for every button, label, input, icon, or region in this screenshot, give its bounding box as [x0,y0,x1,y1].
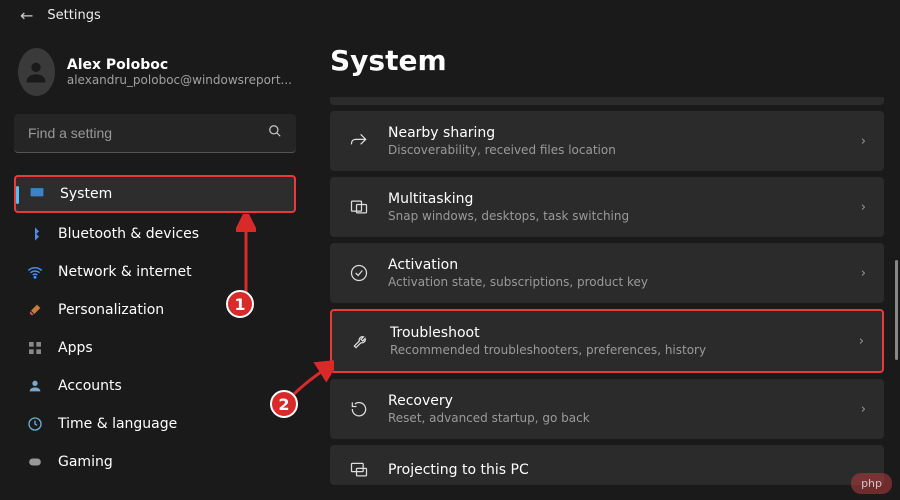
avatar [18,48,55,96]
watermark: php [851,473,892,494]
sidebar-item-label: Accounts [58,378,122,394]
card-troubleshoot[interactable]: Troubleshoot Recommended troubleshooters… [330,309,884,373]
sidebar-item-time[interactable]: Time & language [14,407,296,441]
sidebar-item-personalization[interactable]: Personalization [14,293,296,327]
page-title: System [330,44,884,77]
windows-icon [348,196,370,218]
chevron-right-icon: › [861,200,866,215]
scrollbar[interactable] [895,260,898,360]
sidebar-item-system[interactable]: System [14,175,296,213]
search-input[interactable] [28,125,268,141]
sidebar-item-label: Personalization [58,302,164,318]
sidebar-item-label: Network & internet [58,264,192,280]
card-title: Multitasking [388,191,843,207]
share-icon [348,130,370,152]
sidebar-item-gaming[interactable]: Gaming [14,445,296,479]
main-panel: System Nearby sharing Discoverability, r… [330,32,884,500]
chevron-right-icon: › [861,134,866,149]
sidebar-item-bluetooth[interactable]: Bluetooth & devices [14,217,296,251]
gamepad-icon [26,453,44,471]
card-projecting[interactable]: Projecting to this PC [330,445,884,485]
sidebar-item-label: Time & language [58,416,177,432]
card-activation[interactable]: Activation Activation state, subscriptio… [330,243,884,303]
card-desc: Reset, advanced startup, go back [388,411,843,425]
sidebar-item-label: Apps [58,340,93,356]
search-icon [268,124,282,142]
sidebar-item-network[interactable]: Network & internet [14,255,296,289]
search-box[interactable] [14,114,296,153]
card-fragment [330,97,884,105]
card-recovery[interactable]: Recovery Reset, advanced startup, go bac… [330,379,884,439]
card-multitasking[interactable]: Multitasking Snap windows, desktops, tas… [330,177,884,237]
monitor-icon [28,185,46,203]
back-icon[interactable]: ← [20,6,33,25]
chevron-right-icon: › [859,334,864,349]
wifi-icon [26,263,44,281]
clock-icon [26,415,44,433]
sidebar: Alex Poloboc alexandru_poloboc@windowsre… [0,32,310,483]
bluetooth-icon [26,225,44,243]
sidebar-item-accounts[interactable]: Accounts [14,369,296,403]
card-desc: Snap windows, desktops, task switching [388,209,843,223]
project-icon [348,459,370,481]
card-nearby-sharing[interactable]: Nearby sharing Discoverability, received… [330,111,884,171]
grid-icon [26,339,44,357]
sidebar-item-apps[interactable]: Apps [14,331,296,365]
profile-email: alexandru_poloboc@windowsreport... [67,73,292,87]
recovery-icon [348,398,370,420]
card-desc: Discoverability, received files location [388,143,843,157]
card-desc: Activation state, subscriptions, product… [388,275,843,289]
profile-block[interactable]: Alex Poloboc alexandru_poloboc@windowsre… [14,42,296,114]
profile-name: Alex Poloboc [67,57,292,73]
card-title: Troubleshoot [390,325,841,341]
window-title: Settings [47,8,100,23]
person-icon [26,377,44,395]
card-desc: Recommended troubleshooters, preferences… [390,343,841,357]
card-title: Recovery [388,393,843,409]
sidebar-item-label: System [60,186,112,202]
check-icon [348,262,370,284]
wrench-icon [350,330,372,352]
sidebar-item-label: Bluetooth & devices [58,226,199,242]
sidebar-item-label: Gaming [58,454,113,470]
chevron-right-icon: › [861,402,866,417]
brush-icon [26,301,44,319]
chevron-right-icon: › [861,266,866,281]
card-title: Nearby sharing [388,125,843,141]
card-title: Activation [388,257,843,273]
card-title: Projecting to this PC [388,462,866,478]
